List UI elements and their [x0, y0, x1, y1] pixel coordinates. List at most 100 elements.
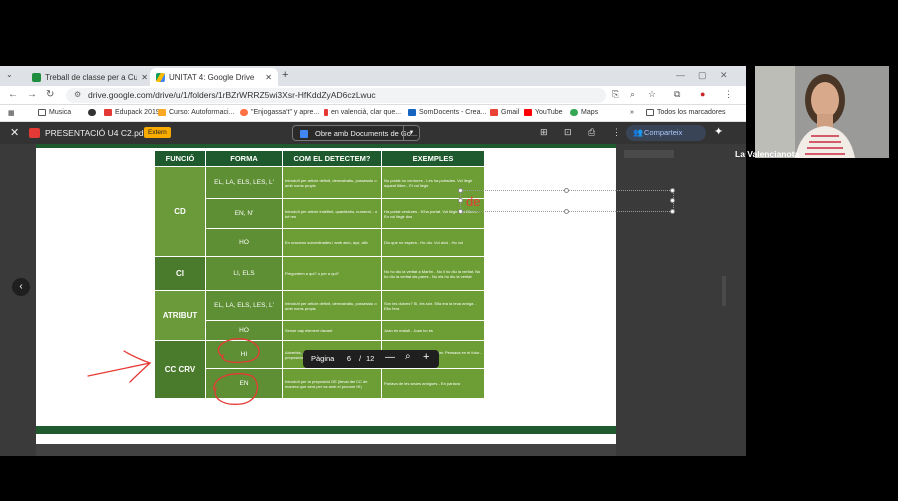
tab-drive[interactable]: UNITAT 4: Google Drive ✕	[150, 68, 278, 86]
share-button[interactable]: 👥 Comparteix	[626, 125, 706, 141]
maximize-icon[interactable]: ▢	[698, 70, 707, 81]
bookmark-label: Edupack 2019	[115, 109, 160, 116]
page-label: Pàgina	[311, 354, 335, 363]
tab-classroom[interactable]: Treball de classe per a Curs vali ✕	[26, 68, 154, 86]
bookmark-item[interactable]: Gmail	[490, 109, 519, 116]
file-title: PRESENTACIÓ U4 C2.pdf	[45, 128, 146, 138]
bookmark-label: Musica	[49, 109, 72, 116]
course-icon	[158, 109, 166, 116]
gmail-icon	[490, 109, 498, 116]
handwriting-annotations	[87, 338, 260, 405]
reload-icon[interactable]: ↻	[46, 89, 54, 100]
youtube-icon	[524, 109, 532, 116]
webcam-video	[755, 66, 889, 158]
tab-search-icon[interactable]: ⌄	[6, 70, 13, 79]
bookmark-item[interactable]: Curso: Autoformaci...	[158, 109, 234, 116]
tab-label: UNITAT 4: Google Drive	[169, 72, 255, 82]
bookmark-item[interactable]	[88, 109, 99, 116]
url-text: drive.google.com/drive/u/1/folders/1rBZr…	[88, 90, 376, 100]
window-close-icon[interactable]: ✕	[720, 70, 728, 81]
bookmark-item[interactable]: SomDocents - Crea...	[408, 109, 486, 116]
zoom-in-button[interactable]: +	[423, 351, 429, 363]
print-icon[interactable]: ⎙	[588, 127, 595, 138]
resize-handle[interactable]	[670, 188, 675, 193]
resize-handle[interactable]	[458, 209, 463, 214]
webcam-person	[755, 66, 889, 158]
bookmark-item[interactable]: en valencià, clar que...	[324, 109, 401, 116]
open-with-button[interactable]: Obre amb Documents de Go... ▼	[292, 125, 420, 141]
profile-icon[interactable]: ●	[700, 89, 705, 99]
all-bookmarks[interactable]: Todos los marcadores	[646, 109, 725, 116]
resize-handle[interactable]	[564, 188, 569, 193]
gemini-icon[interactable]: ✦	[714, 125, 723, 138]
share-label: Comparteix	[644, 128, 683, 137]
browser-window: ⌄ Treball de classe per a Curs vali ✕ UN…	[0, 66, 746, 456]
screen: ⌄ Treball de classe per a Curs vali ✕ UN…	[0, 0, 898, 501]
bookmark-item[interactable]: Musica	[38, 109, 71, 116]
back-icon[interactable]: ←	[8, 89, 18, 100]
pin-icon	[324, 109, 328, 116]
previous-page-button[interactable]: ‹	[12, 278, 30, 296]
classroom-icon	[32, 72, 41, 82]
install-icon[interactable]: ⎘	[612, 89, 619, 100]
more-options-icon[interactable]: ⋮	[612, 127, 621, 138]
page-separator: /	[359, 354, 362, 363]
current-page-input[interactable]: 6	[342, 354, 356, 363]
bookmark-item[interactable]: Edupack 2019	[104, 109, 160, 116]
ghost-toolbar	[624, 150, 674, 158]
page-navigator: Pàgina 6 / 12 — ⌕ +	[303, 350, 439, 368]
chevron-down-icon[interactable]: ▼	[403, 126, 419, 140]
red-arrow-head	[123, 350, 152, 383]
people-icon: 👥	[633, 128, 643, 137]
resize-handle[interactable]	[670, 198, 675, 203]
open-new-window-icon[interactable]: ⊡	[564, 127, 572, 138]
bookmark-label: Curso: Autoformaci...	[169, 109, 235, 116]
viewer-toolbar: ✕ PRESENTACIÓ U4 C2.pdf Extern Obre amb …	[0, 122, 746, 144]
bookmark-label: "Enjogassa't" y apre...	[251, 109, 320, 116]
annotation-text: de	[466, 194, 481, 209]
bookmark-label: YouTube	[535, 109, 563, 116]
github-icon	[88, 109, 96, 116]
apps-icon[interactable]: ▦	[8, 109, 15, 117]
pdf-icon	[29, 128, 40, 138]
bookmark-label: Todos los marcadores	[657, 109, 726, 116]
resize-handle[interactable]	[458, 198, 463, 203]
site-info-icon[interactable]: ⚙	[74, 90, 81, 99]
maps-icon	[570, 109, 578, 116]
bookmark-item[interactable]: YouTube	[524, 109, 563, 116]
bookmark-item[interactable]: "Enjogassa't" y apre...	[240, 109, 319, 116]
close-icon[interactable]: ✕	[265, 73, 272, 82]
bookmark-item[interactable]: Maps	[570, 109, 598, 116]
resize-handle[interactable]	[458, 188, 463, 193]
zoom-out-button[interactable]: —	[385, 352, 395, 363]
total-pages: 12	[366, 354, 375, 363]
zoom-icon[interactable]: ⌕	[630, 89, 635, 100]
red-circle-hi	[217, 338, 260, 363]
minimize-icon[interactable]: —	[676, 70, 685, 80]
folder-icon	[646, 109, 654, 116]
add-to-drive-icon[interactable]: ⊞	[540, 127, 548, 138]
red-circle-en	[213, 373, 259, 405]
pdf-page: FUNCIÓ FORMA COM EL DETECTEM? EXEMPLES C…	[36, 144, 616, 444]
close-viewer-icon[interactable]: ✕	[10, 126, 19, 139]
close-icon[interactable]: ✕	[141, 73, 148, 82]
open-with-label: Obre amb Documents de Go...	[315, 129, 418, 138]
address-bar-row: ← → ↻ ⚙ drive.google.com/drive/u/1/folde…	[0, 86, 746, 105]
extensions-icon[interactable]: ⧉	[674, 89, 680, 100]
folder-icon	[38, 109, 46, 116]
resize-handle[interactable]	[564, 209, 569, 214]
forward-icon[interactable]: →	[27, 89, 37, 100]
left-dim-area	[0, 144, 36, 456]
resize-handle[interactable]	[670, 209, 675, 214]
pdf-viewer: ‹ FUNCIÓ FORMA COM EL DETECTEM? EXEMPLES	[0, 144, 746, 456]
scrollbar[interactable]	[722, 276, 726, 306]
tab-label: Treball de classe per a Curs vali	[45, 72, 138, 82]
url-input[interactable]: ⚙ drive.google.com/drive/u/1/folders/1rB…	[66, 88, 606, 103]
new-tab-icon[interactable]: +	[282, 69, 288, 81]
menu-icon[interactable]: ⋮	[724, 89, 733, 100]
more-bookmarks-icon[interactable]: »	[630, 109, 634, 116]
bookmark-star-icon[interactable]: ☆	[648, 89, 656, 100]
docs-icon	[300, 130, 308, 138]
participant-name: La Valencianota	[735, 149, 800, 159]
edupack-icon	[104, 109, 112, 116]
